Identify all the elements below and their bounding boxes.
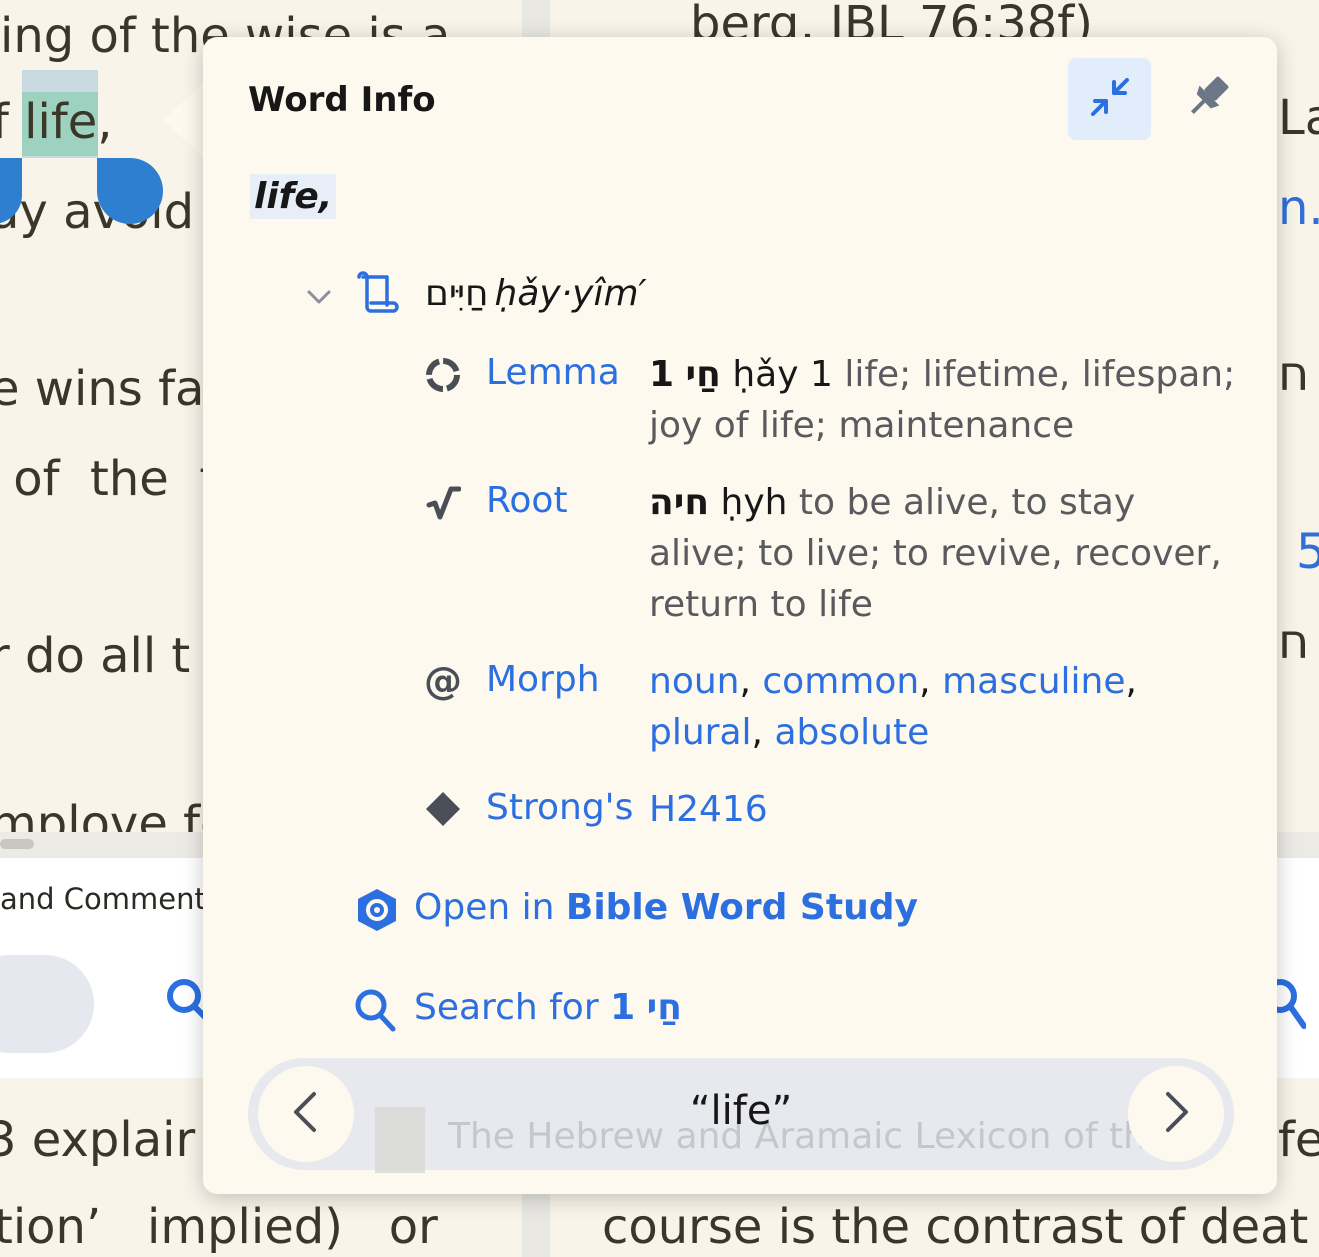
reader-hebrew: ח — [1278, 614, 1310, 670]
popup-title: Word Info — [248, 80, 436, 120]
lemma-sense-number: 1 — [809, 354, 833, 395]
morph-link-noun[interactable]: noun — [649, 661, 739, 702]
collapse-arrows-icon — [1087, 74, 1133, 124]
root-hebrew: חיה — [649, 482, 710, 523]
strongs-link[interactable]: H2416 — [649, 789, 768, 830]
morph-link-absolute[interactable]: absolute — [774, 712, 929, 753]
reader-line: fe, — [1278, 1112, 1319, 1168]
hebrew-surface-form: חַיִּים — [425, 273, 489, 314]
reader-link[interactable]: n. — [1278, 184, 1319, 232]
open-target: Bible Word Study — [565, 887, 918, 928]
word-info-popup: Word Info life, חַיִּים ḥǎy·yîm′ Lemma 1… — [203, 37, 1277, 1194]
previous-button[interactable] — [258, 1066, 354, 1162]
root-sqrt-icon — [423, 483, 463, 523]
open-bible-word-study-link[interactable]: Open in Bible Word Study — [414, 887, 918, 928]
pane-title: and Commenta — [0, 882, 224, 916]
scroll-icon — [353, 271, 399, 321]
root-label: Root — [486, 480, 568, 521]
pane-resize-grip[interactable] — [0, 839, 34, 849]
lower-pane-right — [1276, 832, 1319, 1078]
diamond-icon — [423, 789, 463, 829]
pane-search-input[interactable] — [0, 955, 94, 1053]
lemma-value[interactable]: 1 חַי ḥǎy 1 life; lifetime, lifespan; jo… — [649, 349, 1239, 451]
hebrew-headword: חַיִּים ḥǎy·yîm′ — [425, 273, 647, 314]
chevron-right-icon — [1156, 1090, 1196, 1138]
morph-link-plural[interactable]: plural — [649, 712, 752, 753]
morph-value: noun, common, masculine, plural, absolut… — [649, 661, 1137, 753]
popup-pointer — [163, 82, 205, 158]
selection-handle-end[interactable] — [97, 158, 163, 224]
open-prefix: Open in — [414, 887, 555, 928]
morph-link-common[interactable]: common — [762, 661, 919, 702]
search-number: 1 — [610, 987, 636, 1028]
reader-line: r do all t — [0, 628, 191, 684]
reader-line: e wins fa — [0, 361, 205, 417]
search-icon[interactable] — [353, 987, 397, 1037]
pin-button[interactable] — [1173, 63, 1243, 135]
morph-label: Morph — [486, 659, 600, 700]
resource-navigator: The Hebrew and Aramaic Lexicon of th... … — [248, 1058, 1234, 1173]
root-translit: ḥyh — [720, 482, 788, 523]
morph-link-masculine[interactable]: masculine — [942, 661, 1125, 702]
strongs-value: H2416 — [649, 784, 1239, 835]
next-button[interactable] — [1128, 1066, 1224, 1162]
reader-line: of the t — [0, 451, 219, 507]
selected-word: life, — [250, 174, 337, 219]
search-hebrew: חַי — [646, 987, 682, 1028]
lemma-number: 1 — [649, 354, 675, 395]
chevron-left-icon — [286, 1090, 326, 1138]
strongs-label: Strong's — [486, 787, 634, 828]
reader-line: La — [1278, 90, 1319, 146]
at-sign-icon: @ — [424, 659, 462, 703]
lemma-hebrew: חַי — [685, 354, 721, 395]
pin-icon — [1180, 69, 1236, 129]
reader-line-selected[interactable]: f life, — [0, 98, 113, 146]
current-word-label: “life” — [689, 1088, 793, 1134]
pane-divider-right[interactable] — [1276, 832, 1319, 858]
chevron-down-icon[interactable] — [304, 282, 334, 316]
lemma-label: Lemma — [486, 352, 620, 393]
lemma-translit: ḥǎy — [732, 354, 799, 395]
search-for-link[interactable]: Search for 1 חַי — [414, 987, 682, 1028]
reader-line: 3 explair — [0, 1112, 196, 1168]
reader-line: course is the contrast of deat — [602, 1199, 1309, 1255]
reader-hebrew: ח — [1278, 346, 1310, 402]
transliteration: ḥǎy·yîm′ — [494, 273, 647, 314]
search-prefix: Search for — [414, 987, 599, 1028]
reader-link[interactable]: 5 — [1296, 528, 1319, 576]
root-value[interactable]: חיה ḥyh to be alive, to stay alive; to l… — [649, 477, 1239, 630]
collapse-button[interactable] — [1068, 58, 1151, 140]
word-study-hexagon-icon[interactable] — [355, 887, 399, 937]
reader-line: tion’ implied) or — [0, 1199, 438, 1255]
lemma-circle-icon — [423, 355, 463, 395]
